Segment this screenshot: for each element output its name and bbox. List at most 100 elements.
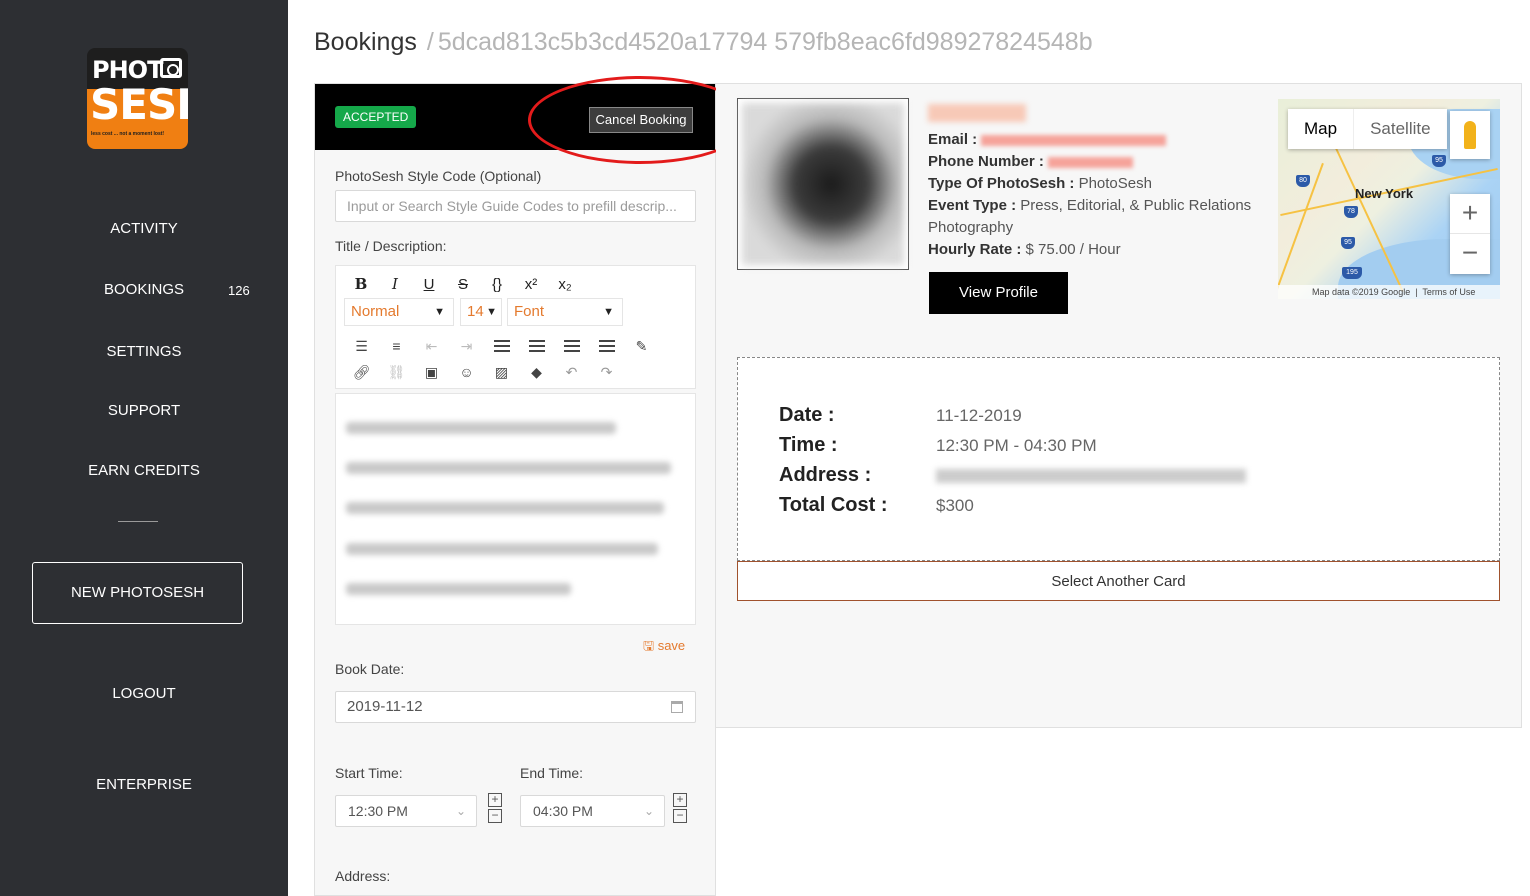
redo-icon[interactable]: ↷ (589, 361, 624, 383)
bold-button[interactable]: B (344, 272, 378, 296)
code-block-button[interactable]: {} (480, 272, 514, 296)
link-icon[interactable]: 🔗︎ (344, 361, 379, 383)
hourly-rate-row: Hourly Rate : $ 75.00 / Hour (928, 241, 1121, 258)
book-date-input[interactable]: 2019-11-12 (335, 691, 696, 723)
photosesh-type-row: Type Of PhotoSesh : PhotoSesh (928, 175, 1152, 192)
redacted-text-line (346, 422, 616, 434)
time-label: Time : (779, 434, 838, 456)
breadcrumb-separator: / (426, 28, 434, 56)
address-label: Address: (335, 868, 391, 884)
new-photosesh-button[interactable]: NEW PHOTOSESH (32, 562, 243, 624)
phone-row: Phone Number : (928, 153, 1134, 170)
time-value: 12:30 PM - 04:30 PM (936, 436, 1097, 455)
highway-shield-icon: 80 (1296, 175, 1310, 187)
numbered-list-icon[interactable]: ≡ (379, 335, 414, 357)
font-family-select[interactable]: Font ▼ (507, 298, 623, 326)
map-type-tabs: Map Satellite (1288, 109, 1447, 149)
photographer-avatar (737, 98, 909, 270)
plus-icon[interactable]: + (488, 793, 502, 807)
align-center-icon[interactable] (519, 335, 554, 357)
emoji-icon[interactable]: ☺ (449, 361, 484, 383)
redacted-text-line (346, 583, 571, 595)
tab-map[interactable]: Map (1288, 109, 1353, 149)
underline-button[interactable]: U (412, 272, 446, 296)
tab-satellite[interactable]: Satellite (1353, 109, 1446, 149)
total-cost-value: $300 (936, 496, 974, 515)
nav-enterprise[interactable]: ENTERPRISE (0, 776, 288, 793)
align-right-icon[interactable] (554, 335, 589, 357)
start-time-select[interactable]: 12:30 PM ⌄ (335, 795, 477, 827)
zoom-out-button[interactable]: − (1450, 234, 1490, 274)
redacted-text-line (346, 462, 671, 474)
logo-line2: SESH (90, 80, 188, 129)
bullet-list-icon[interactable]: ☰ (344, 335, 379, 357)
minus-icon[interactable]: − (673, 809, 687, 823)
start-time-stepper[interactable]: + − (488, 793, 504, 825)
booking-edit-panel: ACCEPTED Cancel Booking PhotoSesh Style … (314, 83, 716, 896)
subscript-button[interactable]: x₂ (548, 272, 582, 296)
font-size-select[interactable]: 14 ▼ (460, 298, 502, 326)
image-icon[interactable]: ▨ (484, 361, 519, 383)
italic-button[interactable]: I (378, 272, 412, 296)
address-label: Address : (779, 464, 872, 486)
location-map[interactable]: 95 80 78 95 195 New York Map Satellite +… (1278, 99, 1500, 299)
redacted-text-line (346, 502, 664, 514)
paragraph-style-select[interactable]: Normal ▼ (344, 298, 454, 326)
unlink-icon[interactable]: ⛓︎ (379, 361, 414, 383)
save-button[interactable]: 🖫︎ save (643, 637, 685, 659)
strikethrough-button[interactable]: S (446, 272, 480, 296)
outdent-icon[interactable]: ⇤ (414, 335, 449, 357)
cancel-booking-button[interactable]: Cancel Booking (589, 107, 693, 133)
text-color-icon[interactable]: ✎ (624, 335, 659, 357)
indent-icon[interactable]: ⇥ (449, 335, 484, 357)
total-cost-label: Total Cost : (779, 494, 888, 516)
highway-shield-icon: 95 (1432, 155, 1446, 167)
highway-shield-icon: 95 (1341, 237, 1355, 249)
style-code-input[interactable]: Input or Search Style Guide Codes to pre… (335, 190, 696, 222)
chevron-down-icon: ▼ (486, 306, 497, 318)
nav-support[interactable]: SUPPORT (0, 402, 288, 419)
redacted-phone (1048, 156, 1134, 168)
booking-summary-box: Date : 11-12-2019 Time : 12:30 PM - 04:3… (737, 357, 1500, 561)
highway-shield-icon: 195 (1342, 267, 1362, 279)
save-icon: 🖫︎ (643, 638, 658, 653)
book-date-label: Book Date: (335, 661, 405, 677)
style-code-label: PhotoSesh Style Code (Optional) (335, 168, 542, 184)
redacted-text-line (346, 543, 658, 555)
redacted-name (928, 104, 1026, 122)
description-editor[interactable] (335, 393, 696, 625)
terms-of-use-link[interactable]: Terms of Use (1422, 287, 1475, 297)
email-row: Email : (928, 131, 1167, 148)
plus-icon[interactable]: + (673, 793, 687, 807)
video-icon[interactable]: ▣ (414, 361, 449, 383)
superscript-button[interactable]: x² (514, 272, 548, 296)
align-left-icon[interactable] (484, 335, 519, 357)
nav-settings[interactable]: SETTINGS (0, 343, 288, 360)
align-justify-icon[interactable] (589, 335, 624, 357)
end-time-stepper[interactable]: + − (673, 793, 689, 825)
chevron-down-icon: ⌄ (455, 804, 466, 818)
redacted-email (981, 134, 1167, 146)
nav-divider (118, 521, 158, 522)
photosesh-logo[interactable]: PHOT SESH less cost ... not a moment los… (87, 48, 188, 149)
nav-earn-credits[interactable]: EARN CREDITS (0, 462, 288, 479)
nav-logout[interactable]: LOGOUT (0, 685, 288, 702)
street-view-pegman-icon[interactable] (1450, 111, 1490, 159)
title-description-label: Title / Description: (335, 238, 447, 254)
nav-activity[interactable]: ACTIVITY (0, 220, 288, 237)
start-time-label: Start Time: (335, 765, 403, 781)
map-city-label: New York (1355, 186, 1414, 201)
chevron-down-icon: ▼ (603, 306, 614, 318)
end-time-label: End Time: (520, 765, 584, 781)
minus-icon[interactable]: − (488, 809, 502, 823)
map-attribution: Map data ©2019 Google | Terms of Use (1278, 285, 1500, 299)
view-profile-button[interactable]: View Profile (929, 272, 1068, 314)
chevron-down-icon: ▼ (434, 306, 445, 318)
select-another-card-button[interactable]: Select Another Card (737, 561, 1500, 601)
breadcrumb-bookings[interactable]: Bookings (314, 28, 417, 56)
sidebar: PHOT SESH less cost ... not a moment los… (0, 0, 288, 896)
undo-icon[interactable]: ↶ (554, 361, 589, 383)
end-time-select[interactable]: 04:30 PM ⌄ (520, 795, 665, 827)
eraser-icon[interactable]: ◆ (519, 361, 554, 383)
zoom-in-button[interactable]: + (1450, 194, 1490, 234)
